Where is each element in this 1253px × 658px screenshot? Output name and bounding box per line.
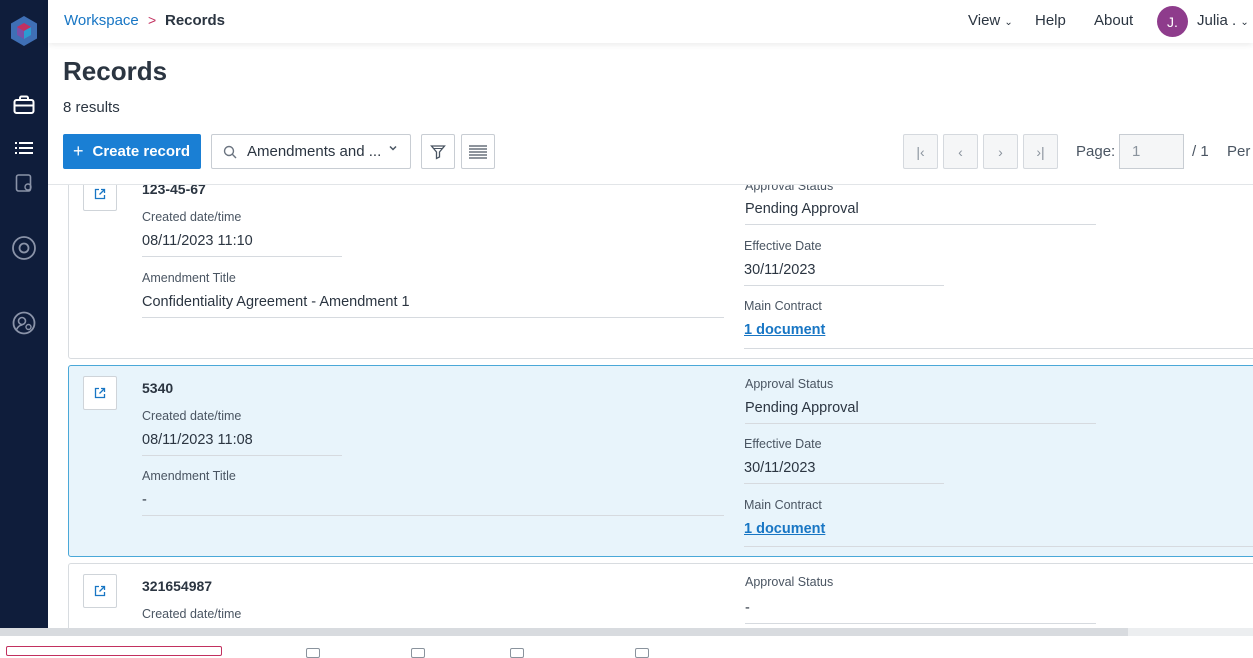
effective-date-value: 30/11/2023 [744, 262, 944, 286]
open-record-button[interactable] [83, 376, 117, 410]
created-label: Created date/time [142, 210, 242, 224]
page-label: Page: [1076, 143, 1116, 160]
main-contract-label: Main Contract [744, 299, 822, 313]
breadcrumb-separator: > [148, 12, 157, 28]
approval-status-value: - [745, 600, 1096, 624]
amendment-title-label: Amendment Title [142, 271, 236, 285]
top-bar: Workspace > Records View ⌄ Help About J.… [48, 0, 1253, 43]
record-id: 321654987 [142, 578, 213, 594]
results-count: 8 results [63, 99, 120, 116]
list-icon[interactable] [0, 139, 48, 157]
view-menu[interactable]: View ⌄ [968, 12, 1013, 29]
amendment-title-value: - [142, 492, 724, 516]
external-link-icon [94, 188, 106, 200]
records-list: 123-45-67 Created date/time 08/11/2023 1… [48, 184, 1253, 628]
created-value: 08/11/2023 11:08 [142, 432, 342, 456]
approval-status-value: Pending Approval [745, 201, 1096, 225]
breadcrumb-current: Records [165, 12, 226, 29]
chevron-right-icon: › [998, 143, 1003, 160]
user-settings-icon[interactable] [0, 311, 48, 335]
breadcrumb-workspace[interactable]: Workspace [64, 12, 139, 29]
chevron-left-icon: ‹ [958, 143, 963, 160]
main-contract-underline [744, 348, 1253, 349]
record-card[interactable]: 321654987 Created date/time Approval Sta… [68, 563, 1253, 628]
next-page-button[interactable]: › [983, 134, 1018, 169]
document-icon[interactable] [0, 172, 48, 194]
chevron-down-icon: ⌄ [1004, 17, 1013, 28]
help-link[interactable]: Help [1035, 12, 1066, 29]
effective-date-value: 30/11/2023 [744, 460, 944, 484]
bottom-checkbox[interactable] [411, 648, 425, 658]
approval-status-label: Approval Status [745, 575, 834, 589]
rows-icon [469, 144, 487, 159]
bottom-checkbox[interactable] [306, 648, 320, 658]
amendment-title-label: Amendment Title [142, 469, 236, 483]
open-record-button[interactable] [83, 185, 117, 211]
effective-date-label: Effective Date [744, 437, 822, 451]
bottom-input[interactable] [6, 646, 222, 656]
view-select[interactable]: Amendments and ... [211, 134, 411, 169]
prev-page-button[interactable]: ‹ [943, 134, 978, 169]
user-menu[interactable]: Julia . ⌄ [1197, 12, 1249, 29]
main-contract-underline [744, 546, 1253, 547]
amendment-title-value: Confidentiality Agreement - Amendment 1 [142, 294, 724, 318]
filter-button[interactable] [421, 134, 455, 169]
search-icon [223, 145, 237, 159]
app-logo-icon[interactable] [0, 14, 48, 48]
columns-button[interactable] [461, 134, 495, 169]
created-label: Created date/time [142, 409, 242, 423]
sidebar [0, 0, 48, 652]
plus-icon: + [73, 141, 84, 161]
external-link-icon [94, 585, 106, 597]
gear-icon[interactable] [0, 235, 48, 261]
user-name: Julia . [1197, 12, 1237, 29]
horizontal-scrollbar-thumb[interactable] [0, 628, 1128, 636]
chevron-down-icon [388, 143, 398, 153]
approval-status-label: Approval Status [745, 184, 834, 193]
approval-status-label: Approval Status [745, 377, 834, 391]
avatar[interactable]: J. [1157, 6, 1188, 37]
about-link[interactable]: About [1094, 12, 1133, 29]
record-id: 123-45-67 [142, 184, 206, 197]
bottom-checkbox[interactable] [510, 648, 524, 658]
main-contract-link[interactable]: 1 document [744, 322, 825, 338]
external-link-icon [94, 387, 106, 399]
main-contract-label: Main Contract [744, 498, 822, 512]
approval-status-value: Pending Approval [745, 400, 1096, 424]
view-menu-label: View [968, 12, 1001, 29]
filter-icon [430, 144, 446, 160]
chevron-down-icon: ⌄ [1240, 17, 1249, 28]
view-select-value: Amendments and ... [247, 143, 382, 160]
record-card[interactable]: 123-45-67 Created date/time 08/11/2023 1… [68, 184, 1253, 359]
created-label: Created date/time [142, 607, 242, 621]
briefcase-icon[interactable] [0, 93, 48, 117]
effective-date-label: Effective Date [744, 239, 822, 253]
create-record-button[interactable]: + Create record [63, 134, 201, 169]
created-value: 08/11/2023 11:10 [142, 233, 342, 257]
first-page-button[interactable]: |‹ [903, 134, 938, 169]
first-page-icon: |‹ [916, 143, 925, 160]
main-contract-link[interactable]: 1 document [744, 521, 825, 537]
last-page-button[interactable]: ›| [1023, 134, 1058, 169]
bottom-checkbox[interactable] [635, 648, 649, 658]
last-page-icon: ›| [1036, 143, 1045, 160]
per-page-label: Per [1227, 143, 1251, 160]
create-record-label: Create record [92, 143, 191, 160]
page-input[interactable]: 1 [1119, 134, 1184, 169]
record-card-selected[interactable]: 5340 Created date/time 08/11/2023 11:08 … [68, 365, 1253, 557]
record-id: 5340 [142, 380, 174, 396]
page-total: / 1 [1192, 143, 1209, 160]
open-record-button[interactable] [83, 574, 117, 608]
page-title: Records [63, 56, 168, 86]
